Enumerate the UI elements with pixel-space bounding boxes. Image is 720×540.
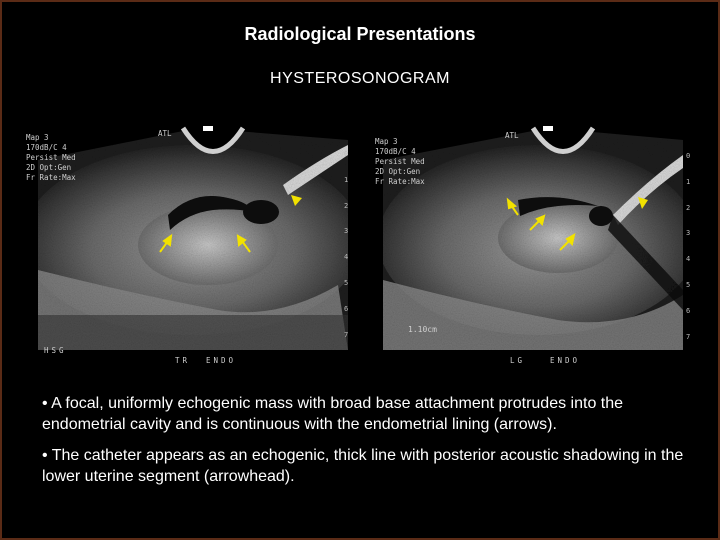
brand-label: ATL <box>158 129 172 138</box>
depth-mark: 0 <box>344 150 348 158</box>
depth-mark: 7 <box>686 333 690 341</box>
depth-mark: 6 <box>686 307 690 315</box>
slide-title: Radiological Presentations <box>244 24 476 44</box>
setting-text: Persist Med <box>375 157 425 166</box>
depth-mark: 0 <box>686 152 690 160</box>
depth-mark: 5 <box>686 281 690 289</box>
setting-text: 170dB/C 4 <box>375 147 416 156</box>
setting-text: Persist Med <box>26 153 76 162</box>
setting-text: 2D Opt:Gen <box>375 167 420 176</box>
depth-mark: 7 <box>344 331 348 339</box>
depth-mark: 1 <box>344 176 348 184</box>
plane-label: LG <box>510 356 525 365</box>
depth-mark: 1 <box>686 178 690 186</box>
region-label: ENDO <box>206 356 236 365</box>
depth-mark: 3 <box>686 229 690 237</box>
depth-mark: 2 <box>344 202 348 210</box>
setting-text: Fr Rate:Max <box>26 173 76 182</box>
bullet-point: • The catheter appears as an echogenic, … <box>42 447 684 485</box>
hsg-label: HSG <box>44 346 67 355</box>
depth-mark: 4 <box>344 253 348 261</box>
left-scan: 0 1 2 3 4 5 6 7 ATL Map 3 170dB/C 4 Pers… <box>26 126 348 365</box>
plane-label: TR <box>175 356 190 365</box>
setting-text: Fr Rate:Max <box>375 177 425 186</box>
bullet-list: • A focal, uniformly echogenic mass with… <box>42 393 692 497</box>
setting-text: 2D Opt:Gen <box>26 163 71 172</box>
setting-text: Map 3 <box>26 133 49 142</box>
depth-mark: 3 <box>344 227 348 235</box>
depth-mark: 5 <box>344 279 348 287</box>
depth-mark: 2 <box>686 204 690 212</box>
region-label: ENDO <box>550 356 580 365</box>
setting-text: Map 3 <box>375 137 398 146</box>
depth-mark: 4 <box>686 255 690 263</box>
right-scan: 0 1 2 3 4 5 6 7 ATL Map 3 170dB/C 4 Pers… <box>375 126 690 365</box>
setting-text: 170dB/C 4 <box>26 143 67 152</box>
brand-label: ATL <box>505 131 519 140</box>
depth-mark: 6 <box>344 305 348 313</box>
ultrasound-image: 0 1 2 3 4 5 6 7 ATL Map 3 170dB/C 4 Pers… <box>26 126 690 365</box>
measurement-label: 1.10cm <box>408 325 437 334</box>
slide-subtitle: HYSTEROSONOGRAM <box>270 70 450 87</box>
bullet-point: • A focal, uniformly echogenic mass with… <box>42 395 624 433</box>
